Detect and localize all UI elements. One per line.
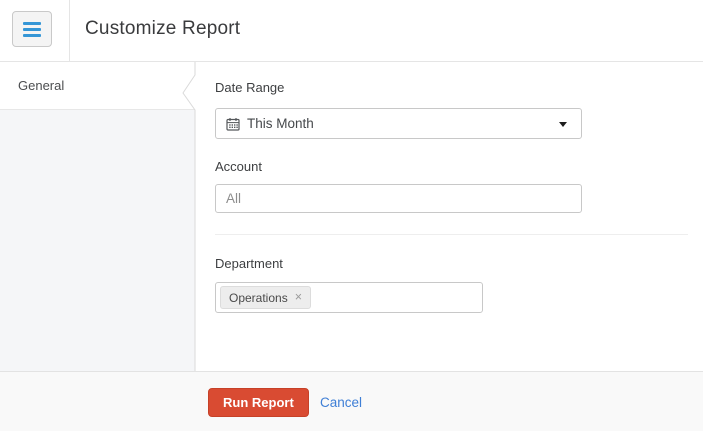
cancel-link[interactable]: Cancel: [320, 395, 362, 410]
account-label: Account: [215, 159, 262, 174]
account-input[interactable]: All: [215, 184, 582, 213]
remove-tag-icon[interactable]: ×: [295, 291, 302, 304]
date-range-select[interactable]: This Month: [215, 108, 582, 139]
customize-report-page: Customize Report General Date Range: [0, 0, 703, 431]
department-input[interactable]: Operations ×: [215, 282, 483, 313]
sidebar: General: [0, 62, 195, 371]
calendar-icon: [226, 117, 240, 131]
section-divider: [215, 234, 688, 235]
sidebar-item-general[interactable]: General: [0, 62, 195, 110]
date-range-value: This Month: [247, 116, 314, 131]
caret-down-icon: [559, 122, 567, 127]
body: General Date Range: [0, 62, 703, 371]
header-divider: [69, 0, 70, 61]
form-panel: Date Range This Month: [196, 62, 703, 371]
footer: Run Report Cancel: [0, 371, 703, 431]
run-report-button[interactable]: Run Report: [208, 388, 309, 417]
department-label: Department: [215, 256, 283, 271]
account-value: All: [226, 191, 241, 206]
page-title: Customize Report: [85, 18, 240, 40]
department-tag-label: Operations: [229, 291, 288, 305]
menu-button[interactable]: [12, 11, 52, 47]
header: Customize Report: [0, 0, 703, 62]
department-tag[interactable]: Operations ×: [220, 286, 311, 309]
date-range-label: Date Range: [215, 80, 284, 95]
hamburger-icon: [23, 22, 41, 37]
sidebar-item-label: General: [18, 78, 64, 93]
